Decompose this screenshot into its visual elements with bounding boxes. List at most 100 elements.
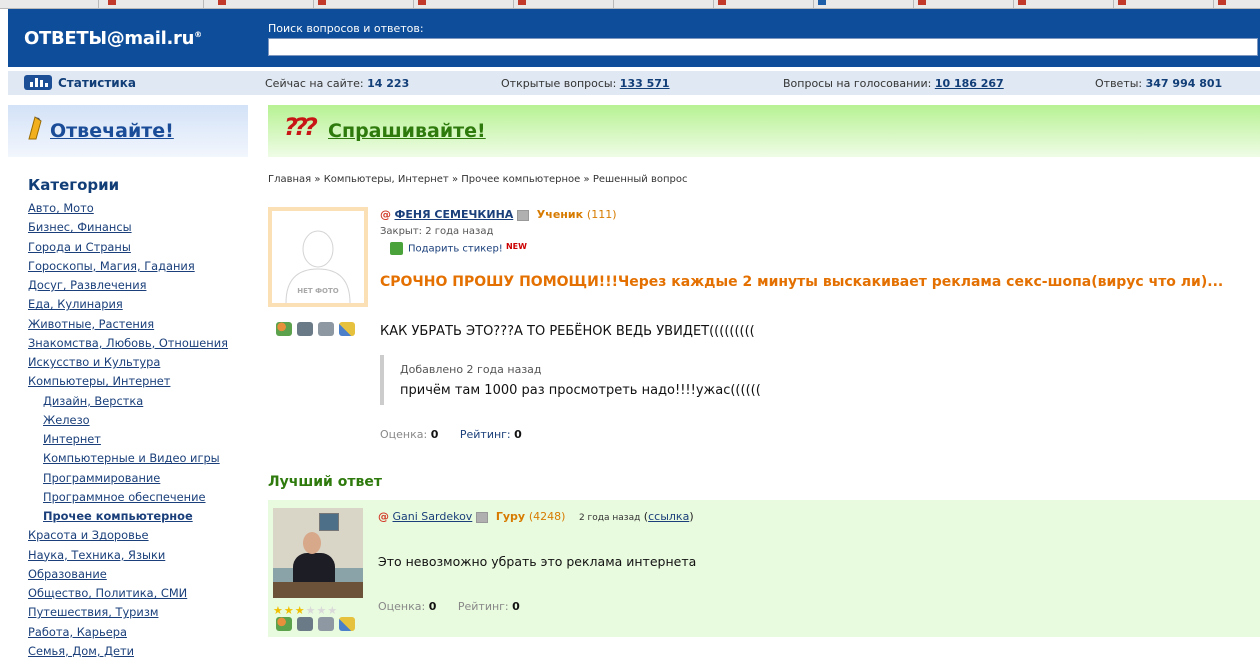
category-link[interactable]: Наука, Техника, Языки xyxy=(28,548,165,562)
answer-text: Это невозможно убрать это реклама интерн… xyxy=(378,554,697,569)
category-item: Наука, Техника, Языки xyxy=(28,548,228,567)
question-author-link[interactable]: ФЕНЯ СЕМЕЧКИНА xyxy=(395,208,514,221)
star-icon: ★ xyxy=(273,604,284,617)
voting-stat: Вопросы на голосовании: 10 186 267 xyxy=(783,77,1004,90)
rating-stars: ★★★★★★ xyxy=(273,604,338,617)
pencil-icon[interactable] xyxy=(339,322,355,336)
best-answer-title: Лучший ответ xyxy=(268,474,382,490)
category-link[interactable]: Искусство и Культура xyxy=(28,355,160,369)
star-icon: ★ xyxy=(283,604,295,617)
question-author-rank: Ученик (111) xyxy=(536,208,617,221)
category-link[interactable]: Досуг, Развлечения xyxy=(28,278,146,292)
category-link[interactable]: Общество, Политика, СМИ xyxy=(28,586,187,600)
category-link[interactable]: Красота и Здоровье xyxy=(28,528,149,542)
category-link[interactable]: Интернет xyxy=(43,432,101,446)
asker-avatar[interactable]: НЕТ ФОТО xyxy=(268,207,368,307)
category-item: Образование xyxy=(28,567,228,586)
video-icon[interactable] xyxy=(318,617,334,631)
mail-agent-icon: @ xyxy=(380,208,391,221)
category-link[interactable]: Прочее компьютерное xyxy=(43,509,193,523)
category-item: Бизнес, Финансы xyxy=(28,220,228,239)
chart-icon xyxy=(24,75,52,90)
question-status: Закрыт: 2 года назад xyxy=(380,226,494,237)
friends-icon[interactable] xyxy=(276,617,292,631)
answer-score: Оценка: 0 Рейтинг: 0 xyxy=(378,600,520,613)
question-text: КАК УБРАТЬ ЭТО???А ТО РЕБЁНОК ВЕДЬ УВИДЕ… xyxy=(380,324,755,339)
answer-author: @ Gani Sardekov Гуру (4248) 2 года назад… xyxy=(378,510,694,523)
breadcrumb-section[interactable]: Компьютеры, Интернет xyxy=(324,174,449,185)
no-photo-label: НЕТ ФОТО xyxy=(297,287,339,295)
category-link[interactable]: Программное обеспечение xyxy=(43,490,206,504)
category-item: Искусство и Культура xyxy=(28,355,228,374)
category-link[interactable]: Работа, Карьера xyxy=(28,625,127,639)
asker-actions xyxy=(276,322,360,338)
question-marks-icon: ??? xyxy=(284,113,318,141)
question-score: Оценка: 0 Рейтинг: 0 xyxy=(380,428,522,441)
answer-author-link[interactable]: Gani Sardekov xyxy=(393,510,473,523)
category-item: Работа, Карьера xyxy=(28,625,228,644)
voting-link[interactable]: 10 186 267 xyxy=(935,77,1004,90)
category-link[interactable]: Гороскопы, Магия, Гадания xyxy=(28,259,195,273)
addendum-label: Добавлено 2 года назад xyxy=(400,363,542,376)
mail-agent-icon: @ xyxy=(378,510,389,523)
category-link[interactable]: Знакомства, Любовь, Отношения xyxy=(28,336,228,350)
ask-link[interactable]: Спрашивайте! xyxy=(328,120,486,142)
video-icon[interactable] xyxy=(318,322,334,336)
category-link[interactable]: Авто, Мото xyxy=(28,201,94,215)
category-link[interactable]: Животные, Растения xyxy=(28,317,154,331)
category-link[interactable]: Компьютеры, Интернет xyxy=(28,374,170,388)
category-item: Программное обеспечение xyxy=(28,490,228,509)
search-input[interactable] xyxy=(268,38,1258,56)
category-link[interactable]: Образование xyxy=(28,567,107,581)
stats-link[interactable]: Статистика xyxy=(58,76,136,90)
category-item: Прочее компьютерное xyxy=(28,509,228,528)
answerer-avatar[interactable] xyxy=(273,508,363,598)
answers-stat: Ответы: 347 994 801 xyxy=(1095,77,1223,90)
best-answer: ★★★★★★ @ Gani Sardekov Гуру (4248) 2 год… xyxy=(268,500,1260,637)
breadcrumb-subsection[interactable]: Прочее компьютерное xyxy=(461,174,580,185)
breadcrumb: Главная » Компьютеры, Интернет » Прочее … xyxy=(268,174,688,185)
ask-promo: ??? Спрашивайте! xyxy=(268,105,1260,157)
category-link[interactable]: Компьютерные и Видео игры xyxy=(43,451,220,465)
category-item: Интернет xyxy=(28,432,228,451)
category-item: Семья, Дом, Дети xyxy=(28,644,228,663)
answer-time: 2 года назад xyxy=(578,513,641,523)
category-item: Досуг, Развлечения xyxy=(28,278,228,297)
category-link[interactable]: Железо xyxy=(43,413,90,427)
answer-promo: Отвечайте! xyxy=(8,105,248,157)
category-link[interactable]: Города и Страны xyxy=(28,240,131,254)
open-questions-link[interactable]: 133 571 xyxy=(620,77,670,90)
star-icon: ★ xyxy=(316,604,328,617)
photo-icon[interactable] xyxy=(297,617,313,631)
site-header: ОТВЕТЫ@mail.ru® Поиск вопросов и ответов… xyxy=(8,9,1260,67)
friends-icon[interactable] xyxy=(276,322,292,336)
question-addendum: Добавлено 2 года назад причём там 1000 р… xyxy=(380,355,761,405)
pencil-icon[interactable] xyxy=(339,617,355,631)
category-link[interactable]: Семья, Дом, Дети xyxy=(28,644,134,658)
addendum-text: причём там 1000 раз просмотреть надо!!!!… xyxy=(400,383,761,398)
answer-link[interactable]: Отвечайте! xyxy=(50,120,174,142)
site-logo[interactable]: ОТВЕТЫ@mail.ru® xyxy=(24,28,202,49)
category-link[interactable]: Путешествия, Туризм xyxy=(28,605,158,619)
question-rating-link[interactable]: Рейтинг: xyxy=(460,428,511,441)
user-menu-dropdown-icon[interactable] xyxy=(476,511,489,523)
breadcrumb-current: Решенный вопрос xyxy=(592,174,688,185)
category-link[interactable]: Дизайн, Верстка xyxy=(43,394,143,408)
star-icon: ★ xyxy=(305,604,317,617)
question-author: @ ФЕНЯ СЕМЕЧКИНА Ученик (111) xyxy=(380,208,617,221)
category-link[interactable]: Программирование xyxy=(43,471,160,485)
open-questions-stat: Открытые вопросы: 133 571 xyxy=(501,77,670,90)
answer-permalink[interactable]: ссылка xyxy=(648,510,689,523)
stats-bar: Статистика Сейчас на сайте: 14 223 Откры… xyxy=(8,71,1260,95)
category-item: Города и Страны xyxy=(28,240,228,259)
category-item: Компьютеры, Интернет xyxy=(28,374,228,393)
category-item: Компьютерные и Видео игры xyxy=(28,451,228,470)
category-item: Дизайн, Верстка xyxy=(28,394,228,413)
photo-icon[interactable] xyxy=(297,322,313,336)
category-link[interactable]: Еда, Кулинария xyxy=(28,297,123,311)
gift-sticker-link[interactable]: Подарить стикер! xyxy=(408,244,503,255)
online-stat: Сейчас на сайте: 14 223 xyxy=(265,77,410,90)
breadcrumb-home[interactable]: Главная xyxy=(268,174,311,185)
category-link[interactable]: Бизнес, Финансы xyxy=(28,220,132,234)
user-menu-dropdown-icon[interactable] xyxy=(517,209,530,221)
